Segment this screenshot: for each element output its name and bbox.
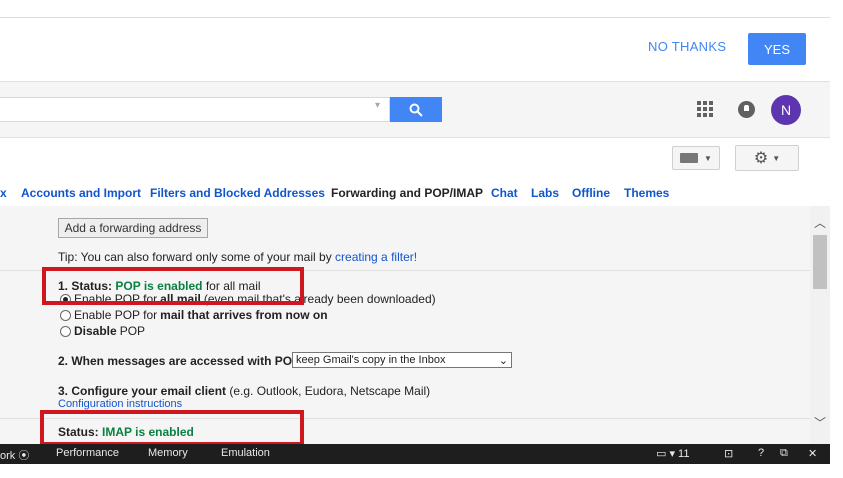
pop-option-now-prefix: Enable POP for xyxy=(74,308,158,322)
gear-icon: ⚙ xyxy=(753,150,769,167)
devtools-tab-emulation[interactable]: Emulation xyxy=(221,447,270,459)
settings-tabs: x Accounts and Import Filters and Blocke… xyxy=(0,186,830,206)
notifications-icon[interactable] xyxy=(738,101,755,118)
screen-icon: ▭ xyxy=(656,448,667,460)
console-icon[interactable]: ⊡ xyxy=(724,447,733,460)
yes-button[interactable]: YES xyxy=(748,33,806,65)
record-icon: ⦿ xyxy=(18,450,30,462)
pop-access-select[interactable]: keep Gmail's copy in the Inbox ⌄ xyxy=(292,352,512,368)
scroll-up-icon[interactable]: ︿ xyxy=(810,214,830,230)
configure-email-client: 3. Configure your email client (e.g. Out… xyxy=(58,384,430,398)
pop-access-select-value: keep Gmail's copy in the Inbox xyxy=(296,354,446,366)
configuration-instructions-link[interactable]: Configuration instructions xyxy=(58,398,182,410)
settings-content: Add a forwarding address Tip: You can al… xyxy=(0,206,810,444)
forwarding-tip: Tip: You can also forward only some of y… xyxy=(58,250,417,264)
tab-partial[interactable]: x xyxy=(0,186,7,200)
apps-grid-icon[interactable] xyxy=(697,101,713,117)
bottom-margin xyxy=(0,464,843,478)
search-icon xyxy=(409,103,423,117)
devtools-tab-network-label: ork xyxy=(0,450,16,462)
tab-labs[interactable]: Labs xyxy=(531,186,559,200)
top-strip xyxy=(0,0,830,18)
settings-button[interactable]: ⚙ ▼ xyxy=(735,145,799,171)
device-selector[interactable]: ▭ ▾ 11 xyxy=(656,447,689,460)
config-label: 3. Configure your email client xyxy=(58,384,227,398)
avatar[interactable]: N xyxy=(771,95,801,125)
pop-highlight-box xyxy=(42,267,304,305)
radio-from-now[interactable] xyxy=(60,309,71,321)
pop-option-from-now[interactable]: Enable POP for mail that arrives from no… xyxy=(60,308,328,322)
close-icon[interactable]: ✕ xyxy=(808,447,817,460)
pop-option-disable-suffix: POP xyxy=(119,324,146,338)
creating-filter-link[interactable]: creating a filter! xyxy=(335,250,417,264)
tab-chat[interactable]: Chat xyxy=(491,186,518,200)
imap-highlight-box xyxy=(40,410,304,444)
tab-forwarding-and-pop-imap[interactable]: Forwarding and POP/IMAP xyxy=(331,186,483,200)
keyboard-icon xyxy=(680,153,699,163)
undock-icon[interactable]: ⧉ xyxy=(780,447,788,460)
input-tools-button[interactable]: ▼ xyxy=(672,146,720,170)
add-forwarding-address-button[interactable]: Add a forwarding address xyxy=(58,218,208,238)
config-hint: (e.g. Outlook, Eudora, Netscape Mail) xyxy=(226,384,431,398)
pop-option-disable-bold: Disable xyxy=(74,324,117,338)
tab-filters-and-blocked-addresses[interactable]: Filters and Blocked Addresses xyxy=(150,186,325,200)
chevron-down-icon: ▼ xyxy=(772,153,781,163)
tab-themes[interactable]: Themes xyxy=(624,186,669,200)
devtools-tab-network[interactable]: ork ⦿ xyxy=(0,447,29,463)
device-count: 11 xyxy=(678,448,690,460)
no-thanks-button[interactable]: NO THANKS xyxy=(648,39,726,54)
pop-access-label: 2. When messages are accessed with POP xyxy=(58,354,300,368)
search-input[interactable] xyxy=(0,97,390,122)
tab-accounts-and-import[interactable]: Accounts and Import xyxy=(21,186,141,200)
search-button[interactable] xyxy=(390,97,442,122)
search-options-caret-icon[interactable]: ▾ xyxy=(375,100,380,111)
pop-access-label-text: 2. When messages are accessed with POP xyxy=(58,354,301,368)
devtools-bar: ork ⦿ Performance Memory Emulation ▭ ▾ 1… xyxy=(0,444,830,464)
radio-disable[interactable] xyxy=(60,325,71,337)
tip-text: Tip: You can also forward only some of y… xyxy=(58,250,336,264)
pop-option-now-bold: mail that arrives from now on xyxy=(160,308,328,322)
scroll-down-icon[interactable]: ﹀ xyxy=(810,414,830,430)
devtools-tab-performance[interactable]: Performance xyxy=(56,447,119,459)
help-button[interactable]: ? xyxy=(758,447,764,459)
chevron-down-icon: ▼ xyxy=(704,153,712,163)
devtools-tab-memory[interactable]: Memory xyxy=(148,447,188,459)
chevron-down-icon: ⌄ xyxy=(498,354,508,367)
scrollbar-thumb[interactable] xyxy=(813,235,827,289)
tab-offline[interactable]: Offline xyxy=(572,186,610,200)
pop-option-disable[interactable]: Disable POP xyxy=(60,324,145,338)
